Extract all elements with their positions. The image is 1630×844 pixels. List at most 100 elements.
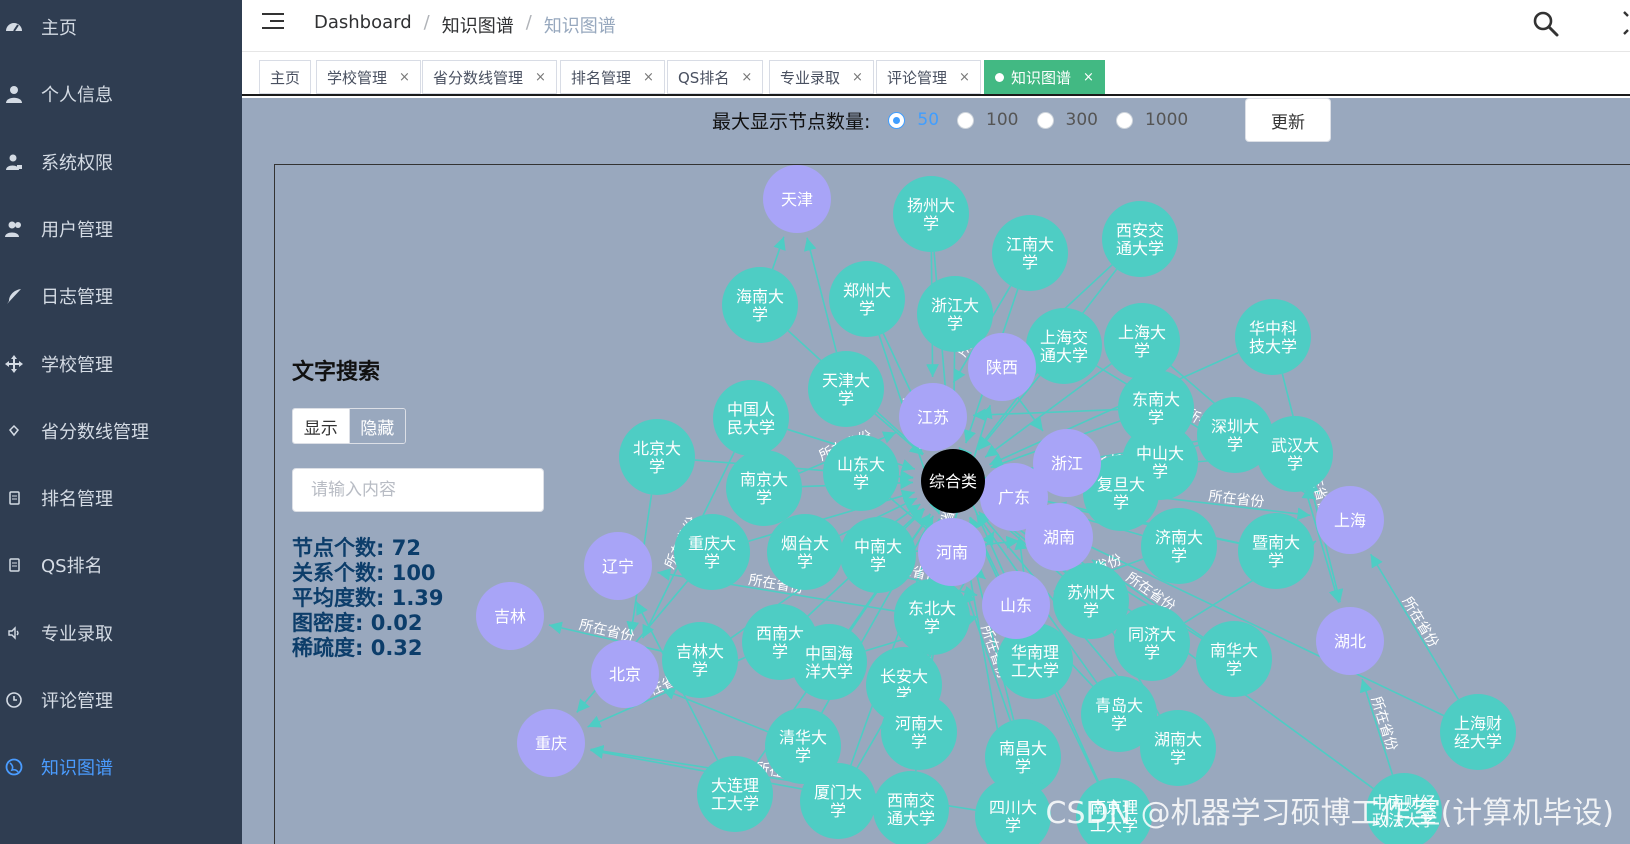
tab-2[interactable]: 省分数线管理 × [422, 60, 557, 94]
radio-option-1000[interactable]: 1000 [1115, 110, 1188, 130]
sidebar-item-1[interactable]: 个人信息 [0, 69, 242, 119]
sidebar-item-0[interactable]: 主页 [0, 2, 242, 52]
school-node-label: 上海交通大学 [1040, 328, 1088, 365]
school-node[interactable]: 天津大学 [808, 351, 884, 427]
fullscreen-icon[interactable] [1622, 10, 1630, 40]
hide-button[interactable]: 隐藏 [348, 409, 405, 443]
province-node[interactable]: 河南 [918, 518, 986, 586]
search-icon[interactable] [1532, 10, 1560, 38]
radio-option-50[interactable]: 50 [888, 110, 939, 130]
tab-5[interactable]: 专业录取 × [769, 60, 874, 94]
school-node[interactable]: 山东大学 [823, 435, 899, 511]
sidebar-item-3[interactable]: 用户管理 [0, 204, 242, 254]
graph-edge [661, 687, 769, 733]
school-node[interactable]: 扬州大学 [893, 176, 969, 252]
tab-0[interactable]: 主页 [259, 60, 312, 94]
hamburger-menu-icon[interactable] [262, 13, 284, 33]
sidebar-item-label: 系统权限 [41, 152, 113, 174]
sidebar-item-10[interactable]: 评论管理 [0, 675, 242, 725]
province-node[interactable]: 天津 [763, 165, 831, 233]
province-node[interactable]: 山东 [982, 571, 1050, 639]
school-node[interactable]: 暨南大学 [1238, 513, 1314, 589]
sidebar-item-11[interactable]: 知识图谱 [0, 742, 242, 792]
province-node[interactable]: 湖南 [1025, 503, 1093, 571]
school-node[interactable]: 同济大学 [1114, 605, 1190, 681]
school-node[interactable]: 江南大学 [992, 215, 1068, 291]
radio-label: 300 [1065, 110, 1098, 130]
radio-option-100[interactable]: 100 [957, 110, 1019, 130]
province-node[interactable]: 陕西 [968, 333, 1036, 401]
school-node[interactable]: 济南大学 [1141, 508, 1217, 584]
radio-circle[interactable] [1036, 111, 1054, 129]
sidebar-item-7[interactable]: 排名管理 [0, 473, 242, 523]
show-button[interactable]: 显示 [293, 409, 349, 443]
close-icon[interactable]: × [643, 70, 654, 85]
school-node[interactable]: 东北大学 [894, 579, 970, 655]
school-node[interactable]: 河南大学 [881, 694, 957, 770]
school-node[interactable]: 海南大学 [722, 267, 798, 343]
province-node[interactable]: 辽宁 [584, 532, 652, 600]
tab-7[interactable]: 知识图谱 × [984, 60, 1105, 94]
sidebar-item-label: 专业录取 [41, 623, 113, 645]
category-node[interactable]: 综合类 [921, 449, 985, 513]
province-node[interactable]: 北京 [591, 640, 659, 708]
school-node[interactable]: 烟台大学 [767, 514, 843, 590]
sidebar: 主页个人信息系统权限用户管理日志管理学校管理省分数线管理 排名管理 QS排名专业录取… [0, 0, 242, 844]
tab-4[interactable]: QS排名 × [667, 60, 764, 94]
breadcrumb: Dashboard / 知识图谱 / 知识图谱 [314, 12, 616, 38]
feather-icon [4, 286, 24, 306]
school-node[interactable]: 西安交通大学 [1102, 201, 1178, 277]
school-node[interactable]: 湖南大学 [1140, 710, 1216, 786]
search-input[interactable] [292, 468, 544, 512]
province-node-label: 陕西 [986, 358, 1018, 377]
school-node[interactable]: 上海大学 [1104, 303, 1180, 379]
school-node[interactable]: 上海财经大学 [1440, 694, 1516, 770]
close-icon[interactable]: × [535, 70, 546, 85]
user-lock-icon [4, 152, 24, 172]
sidebar-item-8[interactable]: QS排名 [0, 540, 242, 590]
school-node[interactable]: 中南大学 [840, 517, 916, 593]
close-icon[interactable]: × [741, 70, 752, 85]
school-node[interactable]: 上海交通大学 [1026, 308, 1102, 384]
province-node[interactable]: 湖北 [1316, 607, 1384, 675]
stat-sparsity: 稀疏度: 0.32 [292, 636, 423, 660]
sidebar-item-4[interactable]: 日志管理 [0, 271, 242, 321]
tab-1[interactable]: 学校管理 × [316, 60, 421, 94]
breadcrumb-item-dashboard[interactable]: Dashboard [314, 12, 412, 38]
radio-circle[interactable] [957, 111, 975, 129]
sidebar-item-9[interactable]: 专业录取 [0, 608, 242, 658]
sidebar-item-2[interactable]: 系统权限 [0, 137, 242, 187]
school-node[interactable]: 北京大学 [619, 419, 695, 495]
close-icon[interactable]: × [1083, 70, 1094, 85]
display-toggle: 显示 隐藏 [292, 408, 406, 444]
school-node[interactable]: 中国人民大学 [713, 380, 789, 456]
school-node[interactable]: 重庆大学 [674, 514, 750, 590]
sidebar-item-6[interactable]: 省分数线管理 [0, 406, 242, 456]
close-icon[interactable]: × [399, 70, 410, 85]
close-icon[interactable]: × [852, 70, 863, 85]
sidebar-item-5[interactable]: 学校管理 [0, 339, 242, 389]
school-node[interactable]: 厦门大学 [800, 763, 876, 839]
move-icon [4, 354, 24, 374]
school-node[interactable]: 武汉大学 [1257, 416, 1333, 492]
update-button[interactable]: 更新 [1245, 98, 1331, 142]
tab-3[interactable]: 排名管理 × [560, 60, 665, 94]
school-node[interactable]: 南华大学 [1196, 621, 1272, 697]
school-node[interactable]: 吉林大学 [662, 622, 738, 698]
school-node[interactable]: 华中科技大学 [1235, 299, 1311, 375]
radio-circle[interactable] [888, 111, 906, 129]
province-node[interactable]: 重庆 [517, 709, 585, 777]
breadcrumb-item-parent[interactable]: 知识图谱 [442, 12, 514, 38]
school-node[interactable]: 郑州大学 [829, 261, 905, 337]
school-node[interactable]: 中国海洋大学 [791, 624, 867, 700]
radio-circle[interactable] [1115, 111, 1133, 129]
close-icon[interactable]: × [959, 70, 970, 85]
school-node[interactable]: 西南交通大学 [873, 771, 949, 844]
province-node[interactable]: 上海 [1316, 486, 1384, 554]
school-node[interactable]: 南京大学 [726, 450, 802, 526]
tab-6[interactable]: 评论管理 × [876, 60, 981, 94]
radio-option-300[interactable]: 300 [1036, 110, 1098, 130]
school-node[interactable]: 大连理工大学 [697, 756, 773, 832]
province-node[interactable]: 江苏 [899, 383, 967, 451]
breadcrumb-separator: / [525, 12, 532, 33]
